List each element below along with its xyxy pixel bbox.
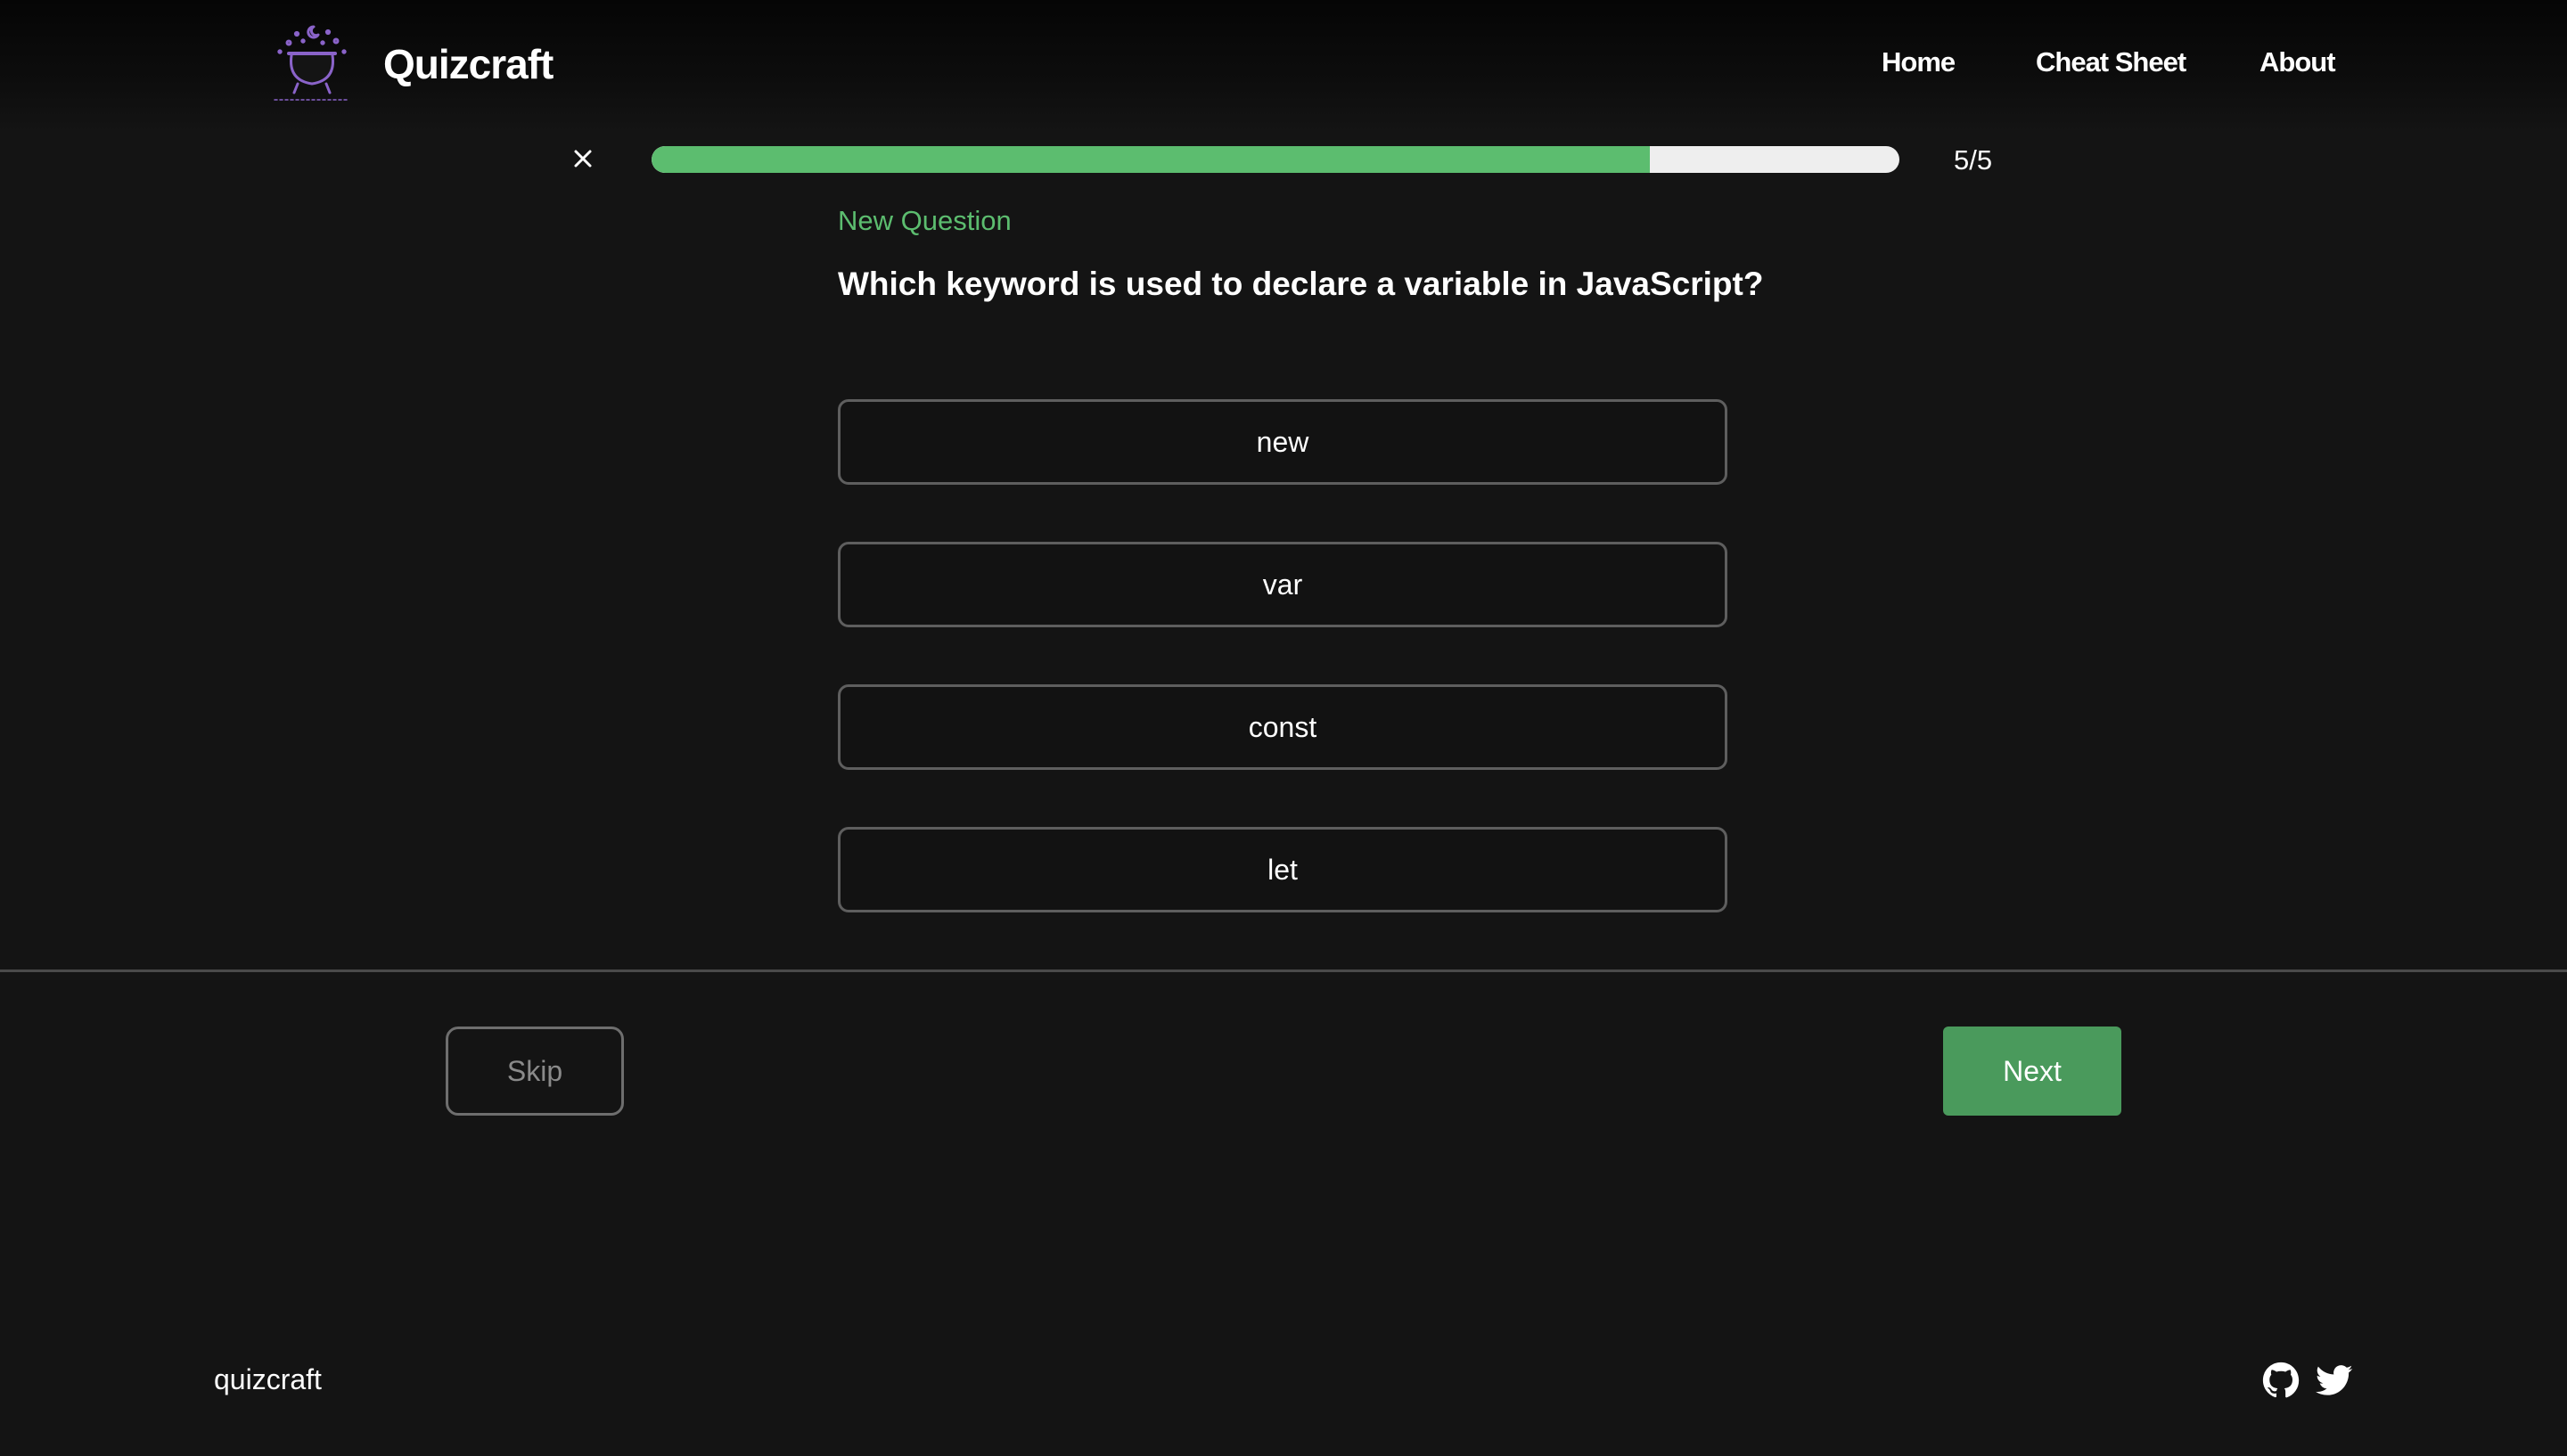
answer-option-new[interactable]: new <box>838 399 1727 485</box>
site-header: Quizcraft Home Cheat Sheet About <box>0 0 2567 134</box>
divider <box>0 969 2567 972</box>
main-nav: Home Cheat Sheet About <box>0 46 2567 91</box>
next-button[interactable]: Next <box>1943 1027 2121 1116</box>
answer-option-const[interactable]: const <box>838 684 1727 770</box>
footer-brand: quizcraft <box>214 1363 322 1395</box>
answer-option-let[interactable]: let <box>838 827 1727 912</box>
nav-link-home[interactable]: Home <box>1882 46 1956 78</box>
question-text: Which keyword is used to declare a varia… <box>838 266 1764 302</box>
answer-option-var[interactable]: var <box>838 542 1727 627</box>
twitter-icon[interactable] <box>2316 1362 2353 1399</box>
progress-bar <box>652 146 1899 173</box>
github-icon[interactable] <box>2262 1362 2300 1399</box>
nav-link-cheat-sheet[interactable]: Cheat Sheet <box>2036 46 2186 78</box>
quiz-page: Quizcraft Home Cheat Sheet About 5/5 New… <box>0 0 2567 1456</box>
skip-button[interactable]: Skip <box>446 1027 624 1116</box>
nav-link-about[interactable]: About <box>2259 46 2336 78</box>
progress-bar-fill <box>652 146 1650 173</box>
close-icon[interactable] <box>567 143 599 175</box>
question-tag: New Question <box>838 205 1012 236</box>
question-counter: 5/5 <box>1954 144 1993 176</box>
